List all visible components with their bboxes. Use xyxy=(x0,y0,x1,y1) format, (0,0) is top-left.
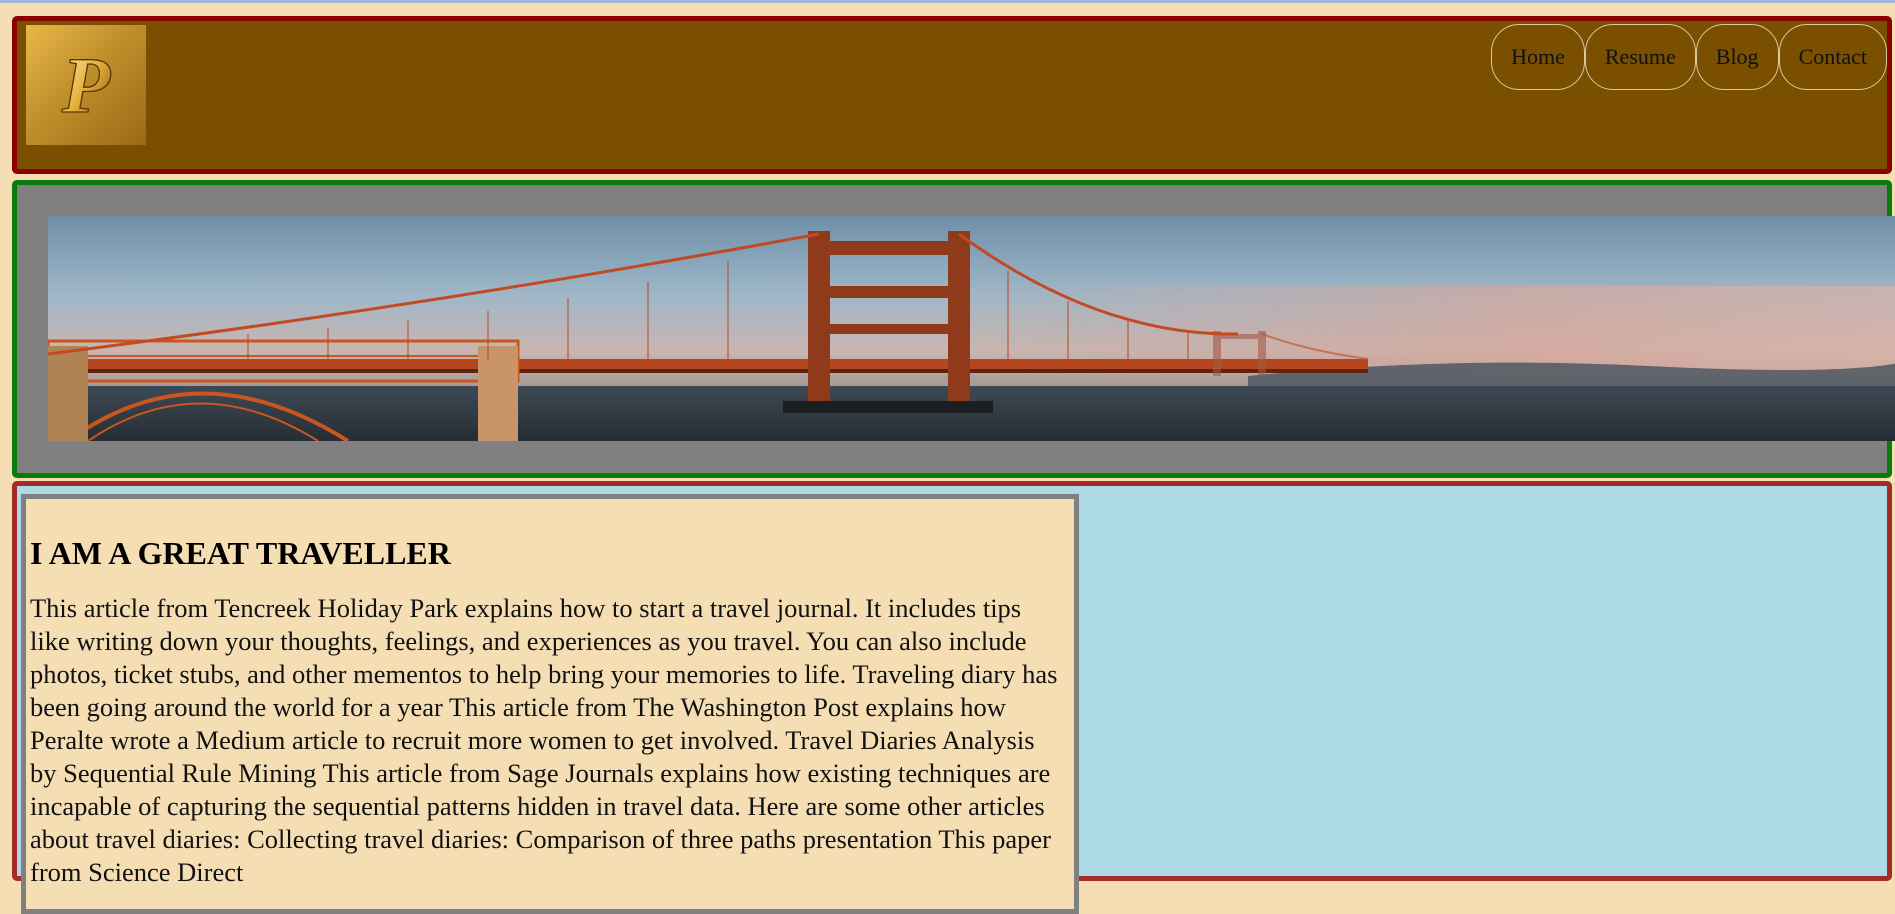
hero-banner xyxy=(12,180,1895,478)
browser-top-line xyxy=(0,0,1895,3)
golden-gate-bridge-image xyxy=(48,216,1895,441)
nav-home-button[interactable]: Home xyxy=(1491,24,1585,90)
logo-p-emblem: P xyxy=(60,41,111,130)
nav-contact-button[interactable]: Contact xyxy=(1778,24,1887,90)
site-header: P Home Resume Blog Contact xyxy=(12,16,1892,174)
article-title: I AM A GREAT TRAVELLER xyxy=(30,535,451,571)
main-content: I AM A GREAT TRAVELLER This article from… xyxy=(12,481,1892,914)
main-nav: Home Resume Blog Contact xyxy=(1491,24,1887,90)
svg-text:P: P xyxy=(61,42,111,130)
nav-blog-button[interactable]: Blog xyxy=(1695,24,1779,90)
article-panel: I AM A GREAT TRAVELLER This article from… xyxy=(21,494,1079,914)
site-logo[interactable]: P xyxy=(26,25,146,145)
nav-resume-button[interactable]: Resume xyxy=(1584,24,1696,90)
article-body: This article from Tencreek Holiday Park … xyxy=(30,593,1058,887)
